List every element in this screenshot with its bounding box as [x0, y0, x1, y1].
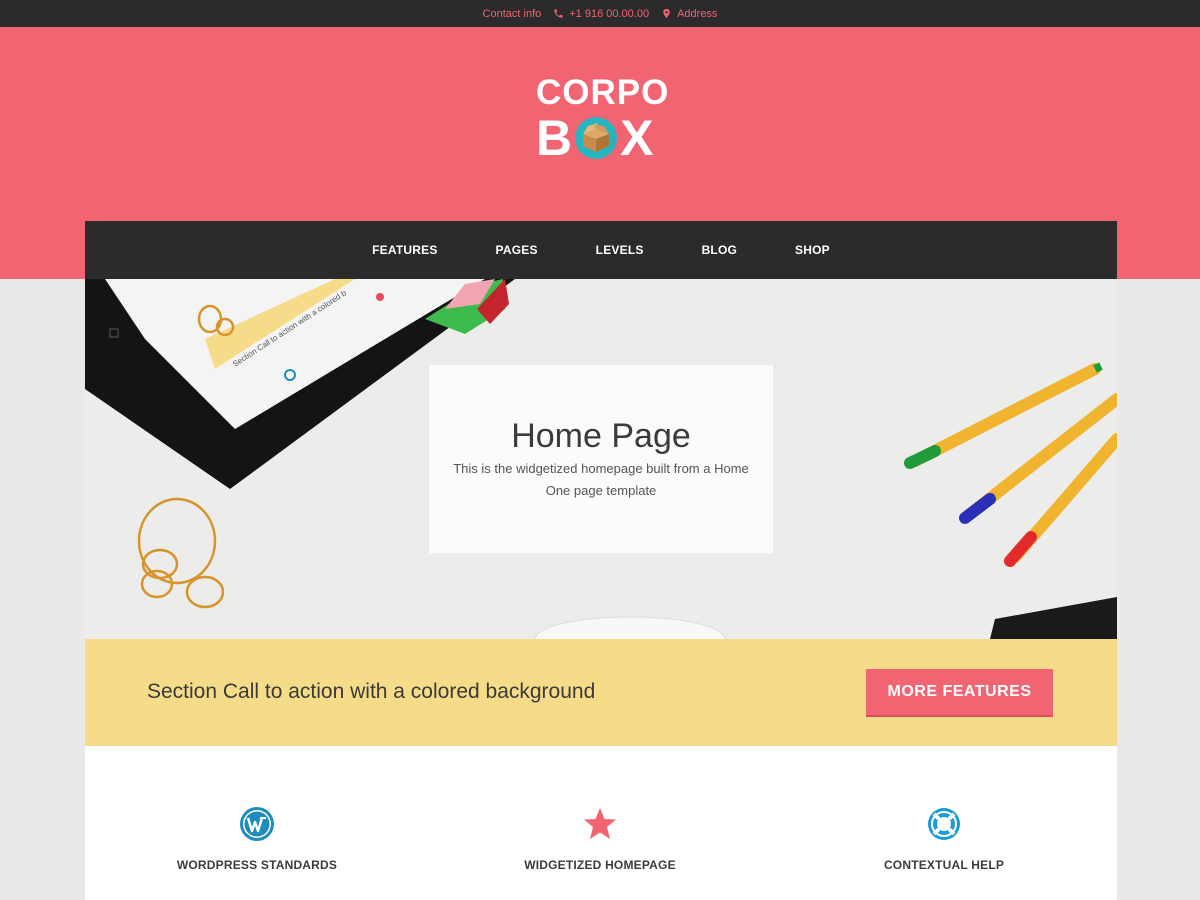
- call-to-action-section: Section Call to action with a colored ba…: [85, 639, 1117, 746]
- feature-title: WIDGETIZED HOMEPAGE: [524, 858, 676, 872]
- logo-line1: CORPO: [536, 73, 670, 112]
- main-navigation: FEATURES PAGES LEVELS BLOG SHOP: [85, 221, 1117, 279]
- pens: [904, 362, 1117, 567]
- nav-item-pages[interactable]: PAGES: [467, 243, 567, 257]
- feature-contextual-help: CONTEXTUAL HELP: [824, 806, 1064, 872]
- nav-item-shop[interactable]: SHOP: [766, 243, 859, 257]
- star-icon: [584, 808, 616, 839]
- lifebuoy-icon: [928, 808, 960, 840]
- hero-subtitle: This is the widgetized homepage built fr…: [453, 461, 749, 498]
- phone-icon: [554, 9, 563, 18]
- top-info-bar: Contact info +1 916 00.00.00 Address: [0, 0, 1200, 28]
- map-marker-icon: [663, 8, 670, 19]
- nav-item-levels[interactable]: LEVELS: [567, 243, 673, 257]
- logo-line2: B X: [536, 113, 653, 163]
- feature-title: WORDPRESS STANDARDS: [176, 858, 338, 872]
- more-features-button[interactable]: MORE FEATURES: [866, 669, 1053, 715]
- address-label: Address: [677, 7, 718, 20]
- address-link[interactable]: Address: [661, 8, 717, 20]
- logo-letter-x: X: [620, 110, 654, 166]
- feature-wordpress-standards: WORDPRESS STANDARDS: [137, 806, 377, 872]
- hero-section: Section Call to action with a colored b: [85, 279, 1117, 639]
- feature-widgetized-homepage: WIDGETIZED HOMEPAGE: [480, 806, 720, 872]
- hero-card: Home Page This is the widgetized homepag…: [429, 365, 773, 553]
- contact-info-link[interactable]: Contact info: [483, 8, 542, 20]
- hero-title: Home Page: [511, 417, 691, 455]
- nav-item-features[interactable]: FEATURES: [343, 243, 466, 257]
- phone-link[interactable]: +1 916 00.00.00: [553, 8, 649, 20]
- site-logo[interactable]: CORPO B X: [534, 73, 670, 167]
- phone-number: +1 916 00.00.00: [569, 7, 650, 20]
- box-icon: [575, 117, 618, 159]
- wordpress-icon: [240, 807, 274, 841]
- features-section: WORDPRESS STANDARDS WIDGETIZED HOMEPAGE: [85, 746, 1117, 900]
- feature-title: CONTEXTUAL HELP: [883, 858, 1005, 872]
- contact-info-label: Contact info: [482, 7, 542, 20]
- cta-text: Section Call to action with a colored ba…: [147, 680, 596, 703]
- logo-letter-b: B: [536, 110, 573, 166]
- nav-item-blog[interactable]: BLOG: [673, 243, 766, 257]
